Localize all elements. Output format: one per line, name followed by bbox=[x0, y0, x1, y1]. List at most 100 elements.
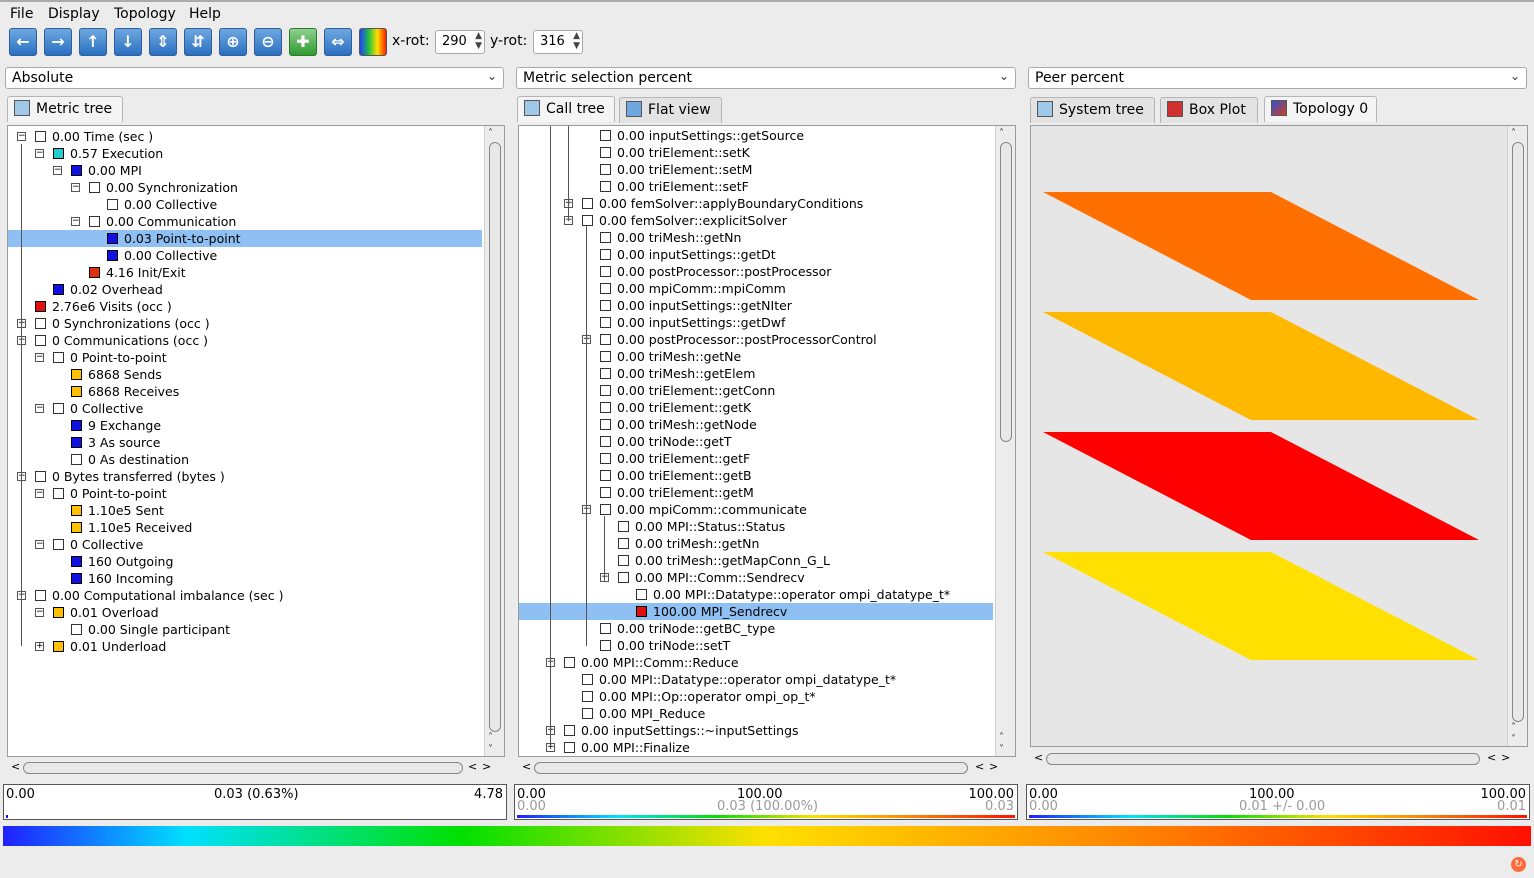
tree-node[interactable]: 0.00 triElement::setM bbox=[600, 161, 752, 178]
metric-mode-select[interactable]: Absolute ⌄ bbox=[5, 67, 504, 89]
tree-node[interactable]: 0.00 Time (sec ) bbox=[35, 128, 153, 145]
arrow-up-icon[interactable]: ↑ bbox=[79, 28, 107, 56]
collapse-icon[interactable]: − bbox=[35, 540, 44, 549]
arrow-right-icon[interactable]: → bbox=[44, 28, 72, 56]
menu-file[interactable]: File bbox=[10, 6, 33, 22]
vertical-scrollbar[interactable]: ˄ ˄ ˅ bbox=[484, 126, 504, 756]
scroll-up-icon[interactable]: ˄ bbox=[488, 732, 493, 743]
system-mode-select[interactable]: Peer percent ⌄ bbox=[1028, 67, 1527, 89]
tree-node[interactable]: 0 As destination bbox=[71, 451, 189, 468]
xrot-spinbox[interactable]: 290 ▲ ▼ bbox=[435, 30, 485, 54]
tree-node[interactable]: 0.00 triNode::setT bbox=[600, 637, 730, 654]
tree-node[interactable]: 0.00 Collective bbox=[107, 196, 217, 213]
expand-icon[interactable]: + bbox=[35, 642, 44, 651]
tree-node[interactable]: 0.00 MPI::Datatype::operator ompi_dataty… bbox=[582, 671, 896, 688]
calltree-mode-select[interactable]: Metric selection percent ⌄ bbox=[516, 67, 1016, 89]
collapse-icon[interactable]: − bbox=[35, 353, 44, 362]
tree-node[interactable]: 0.00 triElement::setF bbox=[600, 178, 749, 195]
scroll-left-icon[interactable]: < bbox=[11, 760, 20, 773]
scroll-down-icon[interactable]: ˅ bbox=[1511, 734, 1516, 745]
tree-node[interactable]: 6868 Receives bbox=[71, 383, 179, 400]
tree-node[interactable]: 0.00 triElement::getB bbox=[600, 467, 752, 484]
collapse-icon[interactable]: − bbox=[35, 404, 44, 413]
tree-node[interactable]: 0.00 inputSettings::getDwf bbox=[600, 314, 785, 331]
collapse-icon[interactable]: − bbox=[71, 183, 80, 192]
tree-node[interactable]: 0.00 triMesh::getNn bbox=[600, 229, 741, 246]
scroll-up-icon[interactable]: ˄ bbox=[488, 128, 493, 139]
vertical-scrollbar[interactable]: ˄ ˄ ˅ bbox=[995, 126, 1015, 756]
scrollbar-thumb[interactable] bbox=[1512, 142, 1524, 722]
tree-node[interactable]: 0 Communications (occ ) bbox=[35, 332, 208, 349]
tree-node[interactable]: 0.00 Communication bbox=[89, 213, 236, 230]
tree-node[interactable]: 0 Point-to-point bbox=[53, 349, 167, 366]
tree-node[interactable]: 0.00 inputSettings::getSource bbox=[600, 127, 804, 144]
scroll-up-icon[interactable]: ˄ bbox=[1511, 722, 1516, 733]
expand-horizontal-icon[interactable]: ⇔ bbox=[324, 28, 352, 56]
tab-system-tree[interactable]: System tree bbox=[1030, 97, 1155, 123]
tree-node[interactable]: 0.00 postProcessor::postProcessor bbox=[600, 263, 831, 280]
collapse-icon[interactable]: − bbox=[35, 149, 44, 158]
spin-arrows-icon[interactable]: ▲ ▼ bbox=[475, 31, 482, 51]
tree-node[interactable]: 0.00 Computational imbalance (sec ) bbox=[35, 587, 283, 604]
scroll-left-icon[interactable]: < bbox=[522, 760, 531, 773]
color-icon[interactable] bbox=[359, 28, 387, 56]
scroll-down-icon[interactable]: ˅ bbox=[999, 744, 1004, 755]
collapse-icon[interactable]: − bbox=[17, 132, 26, 141]
tree-node[interactable]: 1.10e5 Received bbox=[71, 519, 192, 536]
tree-node[interactable]: 0.00 MPI::Status::Status bbox=[618, 518, 785, 535]
spin-arrows-icon[interactable]: ▲ ▼ bbox=[573, 31, 580, 51]
scroll-left-icon[interactable]: < bbox=[975, 760, 984, 773]
tree-node[interactable]: 0.00 triMesh::getNode bbox=[600, 416, 757, 433]
tree-node[interactable]: 1.10e5 Sent bbox=[71, 502, 164, 519]
scroll-up-icon[interactable]: ˄ bbox=[1511, 128, 1516, 139]
collapse-icon[interactable]: − bbox=[71, 217, 80, 226]
tree-node[interactable]: 0.02 Overhead bbox=[53, 281, 163, 298]
arrow-down-icon[interactable]: ↓ bbox=[114, 28, 142, 56]
zoom-in-icon[interactable]: ⊕ bbox=[219, 28, 247, 56]
tree-node[interactable]: 0.00 triMesh::getNe bbox=[600, 348, 741, 365]
scrollbar-thumb[interactable] bbox=[23, 762, 463, 774]
scroll-right-icon[interactable]: > bbox=[989, 760, 998, 773]
tree-node[interactable]: 0.00 inputSettings::~inputSettings bbox=[564, 722, 799, 739]
refresh-icon[interactable]: ↻ bbox=[1511, 857, 1526, 872]
vertical-scrollbar[interactable]: ˄ ˄ ˅ bbox=[1507, 126, 1527, 746]
tree-node[interactable]: 0 Point-to-point bbox=[53, 485, 167, 502]
topology-view[interactable] bbox=[1031, 126, 1507, 747]
scroll-left-icon[interactable]: < bbox=[468, 760, 477, 773]
tab-topology[interactable]: Topology 0 bbox=[1264, 96, 1377, 122]
menu-topology[interactable]: Topology bbox=[114, 6, 176, 22]
scroll-down-icon[interactable]: ˅ bbox=[488, 744, 493, 755]
scroll-right-icon[interactable]: > bbox=[482, 760, 491, 773]
topology-plane[interactable] bbox=[1043, 552, 1479, 660]
tree-node[interactable]: 0.00 triMesh::getNn bbox=[618, 535, 759, 552]
collapse-vertical-icon[interactable]: ⇵ bbox=[184, 28, 212, 56]
tab-metric-tree[interactable]: Metric tree bbox=[7, 96, 123, 122]
collapse-icon[interactable]: − bbox=[35, 608, 44, 617]
tree-node[interactable]: 160 Outgoing bbox=[71, 553, 173, 570]
expand-vertical-icon[interactable]: ⇕ bbox=[149, 28, 177, 56]
tree-node[interactable]: 0.00 triMesh::getElem bbox=[600, 365, 755, 382]
tree-node[interactable]: 0.00 inputSettings::getNIter bbox=[600, 297, 792, 314]
tree-node[interactable]: 0.01 Overload bbox=[53, 604, 159, 621]
zoom-out-icon[interactable]: ⊖ bbox=[254, 28, 282, 56]
tree-node[interactable]: 0.00 MPI_Reduce bbox=[582, 705, 705, 722]
tree-node[interactable]: 0 Synchronizations (occ ) bbox=[35, 315, 210, 332]
tree-node[interactable]: 0.00 MPI::Comm::Sendrecv bbox=[618, 569, 805, 586]
tree-node[interactable]: 6868 Sends bbox=[71, 366, 162, 383]
tree-node[interactable]: 0.00 postProcessor::postProcessorControl bbox=[600, 331, 877, 348]
tree-node[interactable]: 0.00 MPI::Comm::Reduce bbox=[564, 654, 739, 671]
tree-node[interactable]: 0.00 femSolver::explicitSolver bbox=[582, 212, 787, 229]
tree-node[interactable]: 0.00 mpiComm::mpiComm bbox=[600, 280, 786, 297]
scrollbar-thumb[interactable] bbox=[489, 142, 501, 732]
tree-node[interactable]: 0.00 Synchronization bbox=[89, 179, 238, 196]
tree-node[interactable]: 0.00 MPI bbox=[71, 162, 142, 179]
tree-node[interactable]: 0.01 Underload bbox=[53, 638, 166, 655]
tree-node[interactable]: 0 Bytes transferred (bytes ) bbox=[35, 468, 225, 485]
horizontal-scrollbar[interactable]: < < > bbox=[1030, 749, 1528, 769]
tree-node[interactable]: 0.03 Point-to-point bbox=[8, 230, 482, 247]
scroll-left-icon[interactable]: < bbox=[1034, 751, 1043, 764]
tree-node[interactable]: 4.16 Init/Exit bbox=[89, 264, 186, 281]
tree-node[interactable]: 0 Collective bbox=[53, 536, 143, 553]
tree-node[interactable]: 0 Collective bbox=[53, 400, 143, 417]
tree-node[interactable]: 0.00 mpiComm::communicate bbox=[600, 501, 807, 518]
